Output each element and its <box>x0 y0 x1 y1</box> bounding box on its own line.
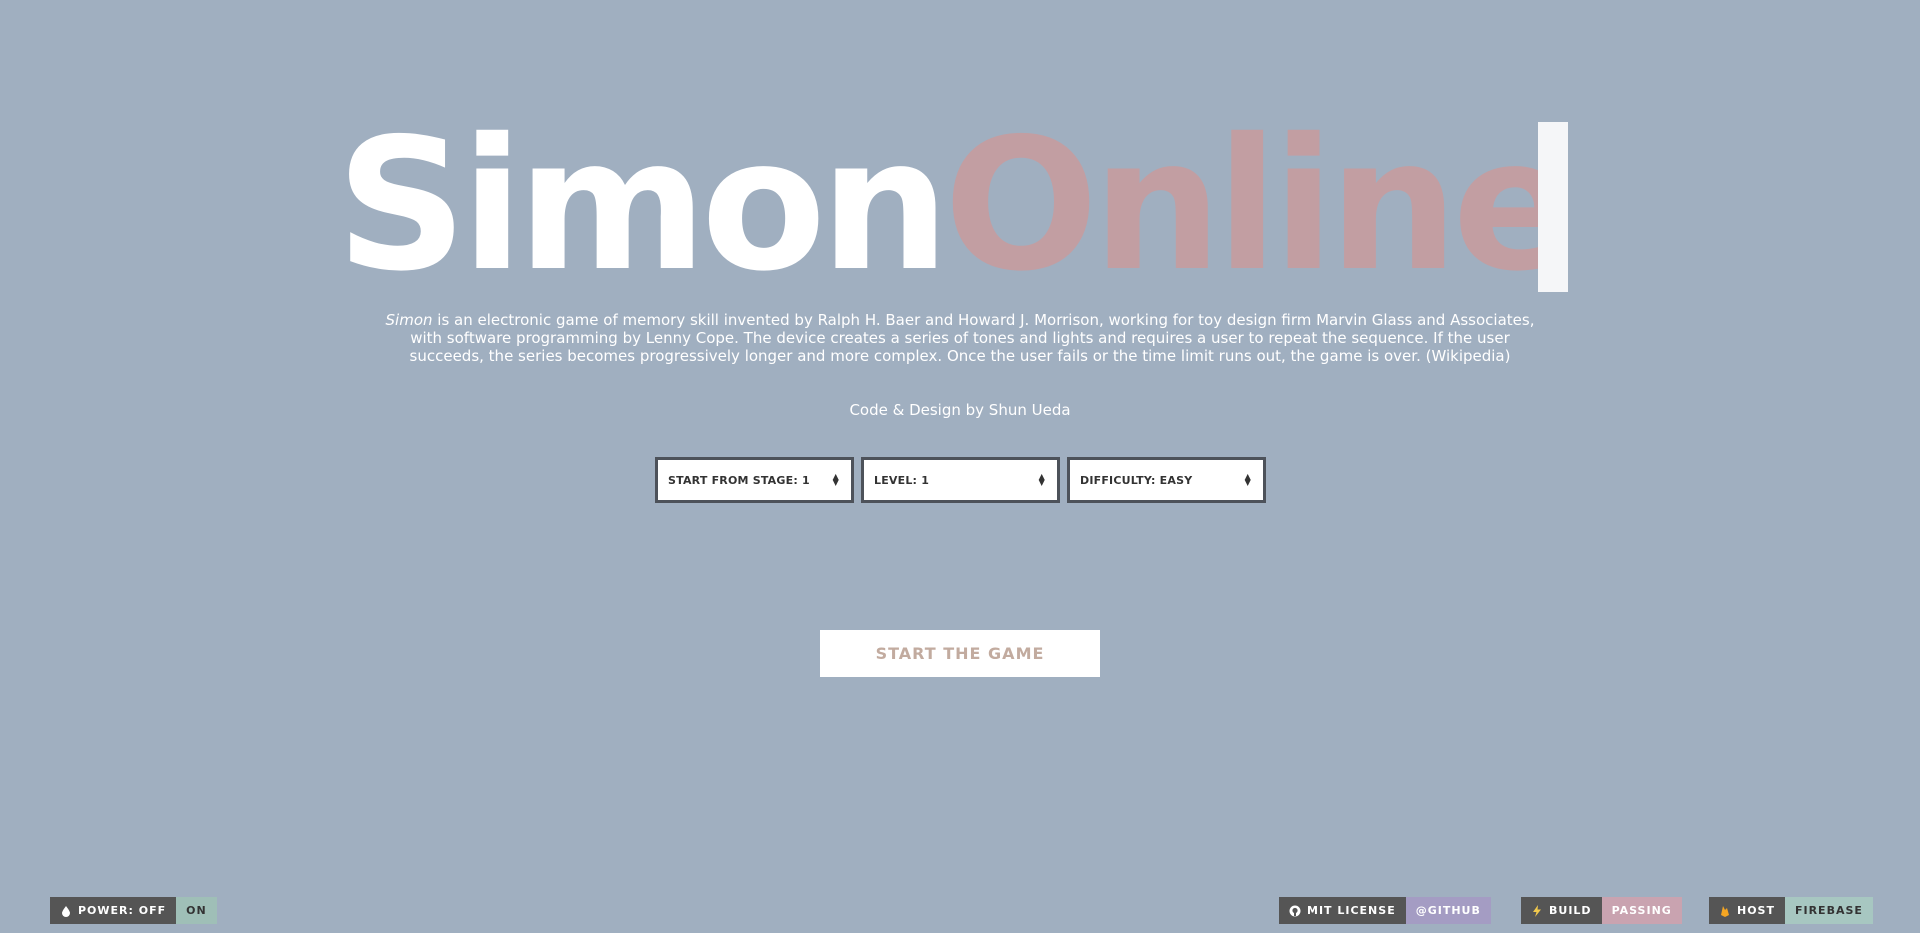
stage-select-value: START FROM STAGE: 1 <box>668 473 810 487</box>
game-description: Simon is an electronic game of memory sk… <box>380 311 1540 365</box>
page-title: SimonOnline <box>336 110 1576 300</box>
stage-select[interactable]: START FROM STAGE: 1 ▲ ▼ <box>655 457 854 503</box>
host-badge-value: FIREBASE <box>1784 897 1873 924</box>
droplet-icon <box>62 905 70 917</box>
build-badge-label: BUILD <box>1549 904 1592 917</box>
game-options: START FROM STAGE: 1 ▲ ▼ LEVEL: 1 ▲ ▼ DIFFI… <box>655 457 1266 503</box>
select-arrows-icon: ▲ ▼ <box>1244 472 1251 487</box>
select-arrows-icon: ▲ ▼ <box>832 472 839 487</box>
host-badge-label-box: HOST <box>1709 897 1785 924</box>
description-emphasis: Simon <box>385 311 433 329</box>
description-text: is an electronic game of memory skill in… <box>409 311 1535 365</box>
build-badge-label-box: BUILD <box>1521 897 1602 924</box>
github-icon <box>1289 905 1301 916</box>
license-badge-label-box: MIT LICENSE <box>1279 897 1406 924</box>
start-game-button[interactable]: START THE GAME <box>820 630 1100 677</box>
difficulty-select-value: DIFFICULTY: EASY <box>1080 473 1193 487</box>
level-select[interactable]: LEVEL: 1 ▲ ▼ <box>861 457 1060 503</box>
difficulty-select[interactable]: DIFFICULTY: EASY ▲ ▼ <box>1067 457 1266 503</box>
power-badge-label-box: POWER: OFF <box>50 897 177 924</box>
build-badge-value: PASSING <box>1601 897 1682 924</box>
power-badge[interactable]: POWER: OFF ON <box>50 897 217 924</box>
license-badge-label: MIT LICENSE <box>1307 904 1396 917</box>
title-online: Online <box>943 99 1576 311</box>
license-badge[interactable]: MIT LICENSE @GITHUB <box>1279 897 1491 924</box>
lightning-icon <box>1533 904 1541 917</box>
firebase-icon <box>1721 905 1729 917</box>
credit-text: Code & Design by Shun Ueda <box>849 401 1071 419</box>
host-badge[interactable]: HOST FIREBASE <box>1709 897 1873 924</box>
level-select-value: LEVEL: 1 <box>874 473 930 487</box>
power-badge-value: ON <box>176 897 217 924</box>
license-badge-value: @GITHUB <box>1405 897 1491 924</box>
title-simon: Simon <box>336 99 950 311</box>
typing-cursor <box>1538 122 1568 292</box>
select-arrows-icon: ▲ ▼ <box>1038 472 1045 487</box>
host-badge-label: HOST <box>1737 904 1775 917</box>
power-badge-label: POWER: OFF <box>78 904 167 917</box>
build-badge[interactable]: BUILD PASSING <box>1521 897 1682 924</box>
